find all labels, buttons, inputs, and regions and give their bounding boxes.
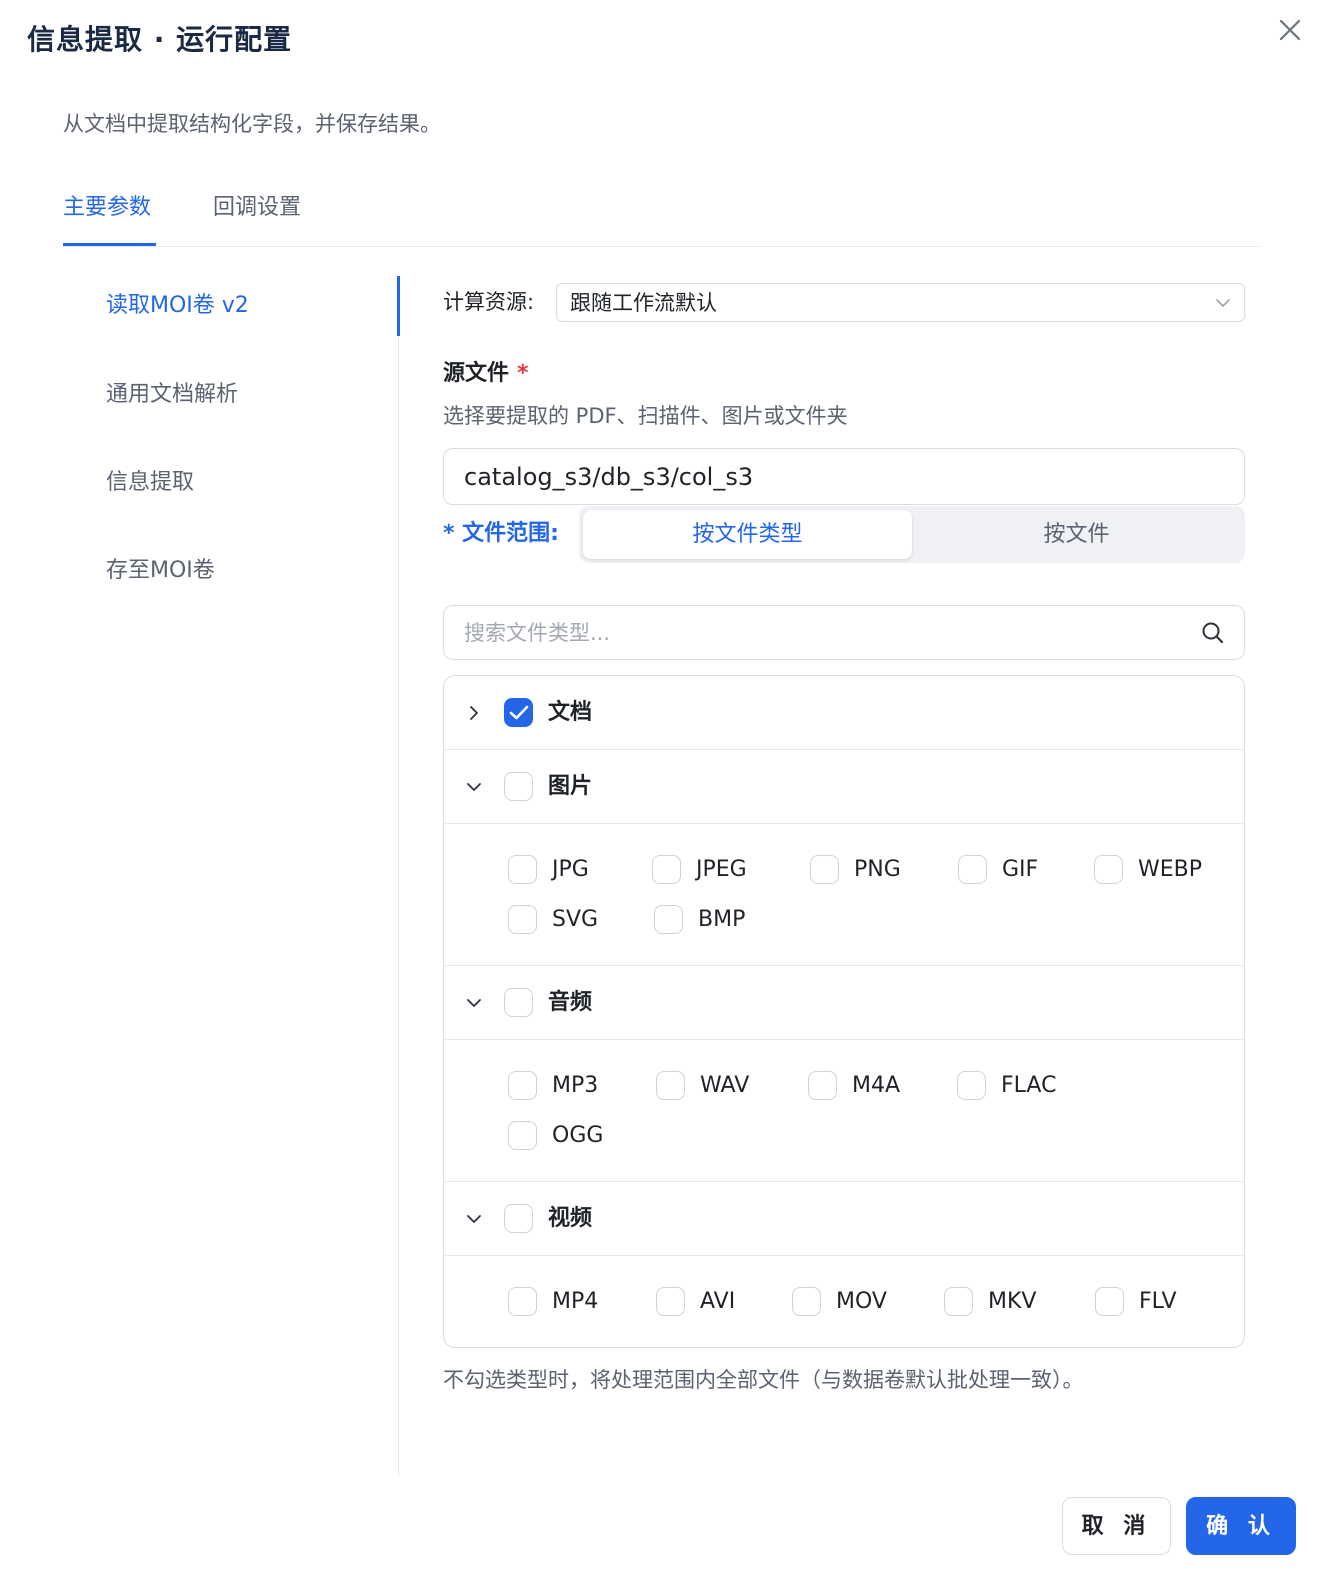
- checkbox[interactable]: [654, 905, 683, 934]
- required-mark: *: [517, 361, 529, 386]
- cancel-button[interactable]: 取 消: [1062, 1497, 1171, 1555]
- source-file-label-text: 源文件: [443, 361, 510, 386]
- source-file-label: 源文件 *: [443, 358, 529, 390]
- checkbox-documents[interactable]: [504, 698, 533, 727]
- option-label: MP3: [552, 1073, 599, 1098]
- sidebar-divider: [398, 276, 399, 1476]
- option-label: WEBP: [1138, 857, 1203, 882]
- compute-resource-value: 跟随工作流默认: [570, 291, 717, 315]
- file-type-search-input[interactable]: 搜索文件类型...: [443, 605, 1245, 660]
- checkbox[interactable]: [508, 855, 537, 884]
- sidebar-item-read-moi-volume[interactable]: 读取MOI卷 v2: [106, 288, 249, 324]
- option-label: MOV: [836, 1289, 887, 1314]
- search-icon[interactable]: [1200, 620, 1226, 646]
- checkbox[interactable]: [1095, 1287, 1124, 1316]
- option-label: JPEG: [696, 857, 747, 882]
- compute-resource-select[interactable]: 跟随工作流默认: [556, 283, 1245, 322]
- option-label: SVG: [552, 907, 599, 932]
- group-documents: 文档: [444, 676, 1244, 750]
- source-file-help: 选择要提取的 PDF、扫描件、图片或文件夹: [443, 404, 848, 428]
- checkbox[interactable]: [1094, 855, 1123, 884]
- option-label: FLAC: [1001, 1073, 1057, 1098]
- option-label: WAV: [700, 1073, 750, 1098]
- dialog-title: 信息提取 · 运行配置: [27, 23, 293, 56]
- step-sidebar: 读取MOI卷 v2 通用文档解析 信息提取 存至MOI卷: [0, 276, 400, 1476]
- close-icon[interactable]: [1272, 12, 1308, 48]
- checkbox[interactable]: [792, 1287, 821, 1316]
- option-label: PNG: [854, 857, 901, 882]
- checkbox[interactable]: [958, 855, 987, 884]
- group-name: 音频: [548, 990, 593, 1015]
- search-placeholder: 搜索文件类型...: [464, 621, 611, 645]
- run-config-dialog: 信息提取 · 运行配置 从文档中提取结构化字段，并保存结果。 主要参数 回调设置…: [0, 0, 1340, 1584]
- option-label: BMP: [698, 907, 746, 932]
- sidebar-item-info-extract[interactable]: 信息提取: [106, 465, 194, 501]
- group-name: 视频: [548, 1206, 593, 1231]
- chevron-right-icon[interactable]: [464, 703, 484, 723]
- checkbox[interactable]: [508, 1071, 537, 1100]
- checkbox-images[interactable]: [504, 772, 533, 801]
- checkbox[interactable]: [944, 1287, 973, 1316]
- audio-options: MP3 WAV M4A FLAC OGG: [444, 1040, 1244, 1182]
- tab-active-indicator: [63, 243, 156, 246]
- compute-resource-label: 计算资源:: [443, 290, 535, 314]
- option-label: OGG: [552, 1123, 604, 1148]
- group-name: 文档: [548, 700, 593, 725]
- checkbox[interactable]: [652, 855, 681, 884]
- option-label: MKV: [988, 1289, 1037, 1314]
- checkbox[interactable]: [508, 1287, 537, 1316]
- file-scope-label: * 文件范围:: [443, 521, 559, 546]
- tab-main-params[interactable]: 主要参数: [63, 190, 151, 226]
- checkbox[interactable]: [810, 855, 839, 884]
- checkbox[interactable]: [656, 1071, 685, 1100]
- checkbox-audio[interactable]: [504, 988, 533, 1017]
- sidebar-item-doc-parse[interactable]: 通用文档解析: [106, 377, 238, 413]
- option-label: MP4: [552, 1289, 599, 1314]
- sidebar-item-save-moi-volume[interactable]: 存至MOI卷: [106, 553, 215, 589]
- sidebar-active-indicator: [397, 276, 400, 336]
- checkbox[interactable]: [656, 1287, 685, 1316]
- chevron-down-icon: [1214, 294, 1232, 312]
- chevron-down-icon[interactable]: [464, 777, 484, 797]
- option-label: FLV: [1139, 1289, 1177, 1314]
- video-options: MP4 AVI MOV MKV FLV: [444, 1256, 1244, 1347]
- dialog-description: 从文档中提取结构化字段，并保存结果。: [63, 112, 441, 136]
- chevron-down-icon[interactable]: [464, 1209, 484, 1229]
- file-scope-segmented: 按文件类型 按文件: [579, 506, 1245, 563]
- scope-option-by-file[interactable]: 按文件: [912, 510, 1241, 559]
- tab-bar: 主要参数 回调设置: [63, 186, 1260, 247]
- checkbox[interactable]: [508, 1121, 537, 1150]
- source-file-input[interactable]: catalog_s3/db_s3/col_s3: [443, 448, 1245, 505]
- chevron-down-icon[interactable]: [464, 993, 484, 1013]
- tab-callback-settings[interactable]: 回调设置: [213, 190, 301, 226]
- confirm-button[interactable]: 确 认: [1186, 1497, 1296, 1555]
- option-label: GIF: [1002, 857, 1039, 882]
- group-images: 图片: [444, 750, 1244, 824]
- option-label: JPG: [552, 857, 589, 882]
- checkbox-video[interactable]: [504, 1204, 533, 1233]
- group-video: 视频: [444, 1182, 1244, 1256]
- option-label: AVI: [700, 1289, 736, 1314]
- images-options: JPG JPEG PNG GIF WEBP SVG BMP: [444, 824, 1244, 966]
- checkbox[interactable]: [957, 1071, 986, 1100]
- group-audio: 音频: [444, 966, 1244, 1040]
- file-type-tree: 文档 图片 JPG JPEG PNG GIF WEBP SVG BMP 音频 M…: [443, 675, 1245, 1348]
- file-type-hint: 不勾选类型时，将处理范围内全部文件（与数据卷默认批处理一致）。: [443, 1368, 1084, 1392]
- option-label: M4A: [852, 1073, 901, 1098]
- group-name: 图片: [548, 774, 593, 799]
- source-file-value: catalog_s3/db_s3/col_s3: [464, 463, 754, 491]
- scope-option-by-type[interactable]: 按文件类型: [583, 510, 912, 559]
- checkbox[interactable]: [808, 1071, 837, 1100]
- checkbox[interactable]: [508, 905, 537, 934]
